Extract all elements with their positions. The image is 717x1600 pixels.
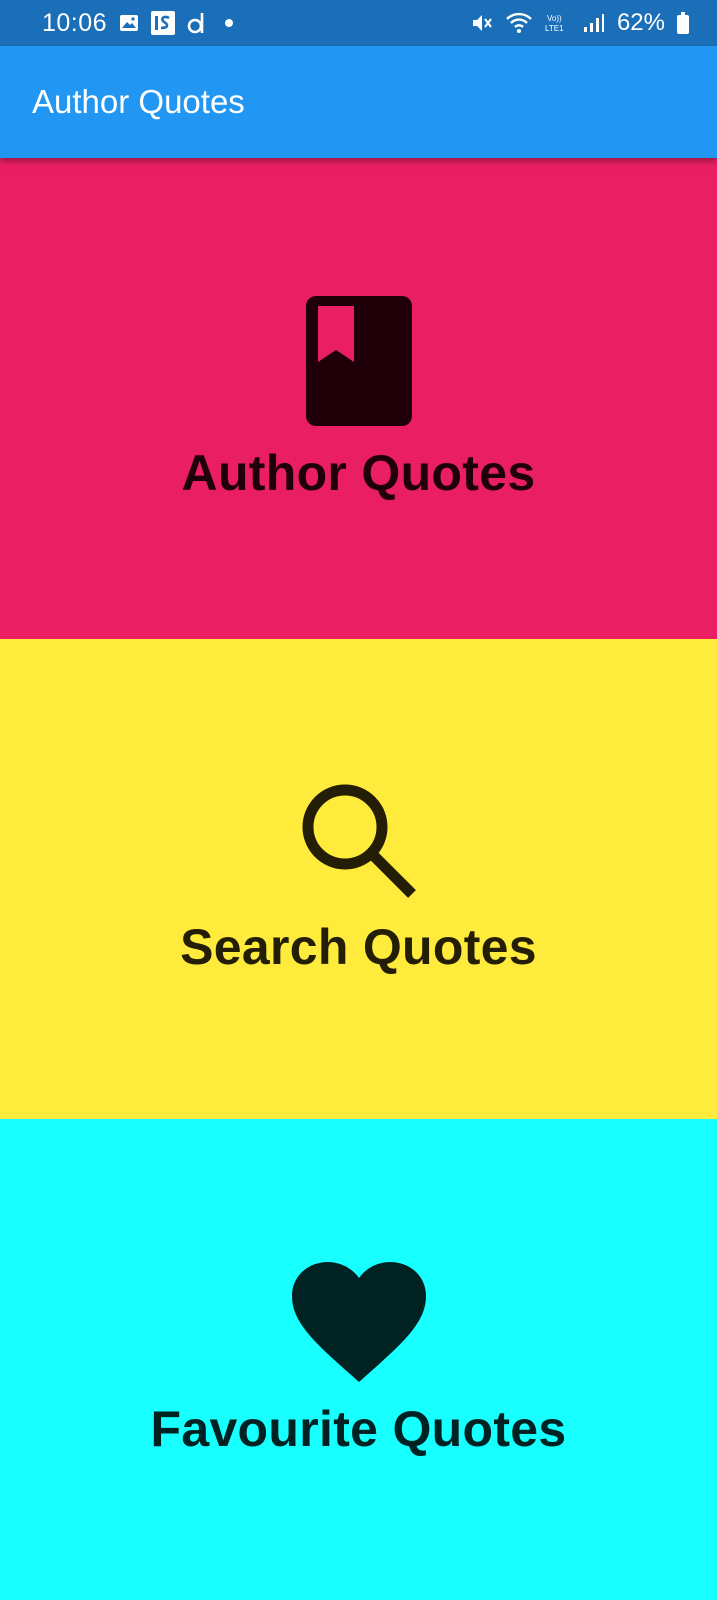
book-icon	[305, 295, 412, 426]
author-quotes-tile[interactable]: Author Quotes	[0, 158, 717, 639]
signal-icon	[583, 13, 605, 33]
mute-icon	[471, 12, 493, 34]
tile-label: Search Quotes	[180, 919, 537, 975]
battery-percentage: 62%	[616, 9, 665, 36]
volte-icon: Vo)) LTE1	[545, 12, 571, 34]
svg-text:Vo)): Vo))	[547, 14, 562, 23]
status-time: 10:06	[42, 8, 108, 37]
wifi-icon	[505, 12, 533, 34]
app-bar-title: Author Quotes	[32, 83, 245, 120]
notification-dot-icon	[225, 19, 234, 27]
status-bar-right: Vo)) LTE1 62%	[471, 9, 689, 37]
gallery-icon	[119, 13, 139, 33]
favourite-quotes-tile[interactable]: Favourite Quotes	[0, 1119, 717, 1600]
search-quotes-tile[interactable]: Search Quotes	[0, 639, 717, 1119]
heart-icon	[291, 1261, 426, 1382]
is-app-icon	[151, 11, 176, 35]
svg-text:LTE1: LTE1	[545, 24, 564, 33]
app-bar: Author Quotes	[0, 46, 717, 158]
status-bar: 10:06 Vo)) LTE1 62%	[0, 0, 717, 46]
search-icon	[300, 782, 418, 900]
battery-icon	[677, 12, 689, 34]
tile-label: Author Quotes	[181, 444, 536, 501]
d-app-icon	[187, 11, 207, 35]
tile-label: Favourite Quotes	[150, 1400, 567, 1457]
status-bar-left: 10:06	[42, 8, 234, 38]
